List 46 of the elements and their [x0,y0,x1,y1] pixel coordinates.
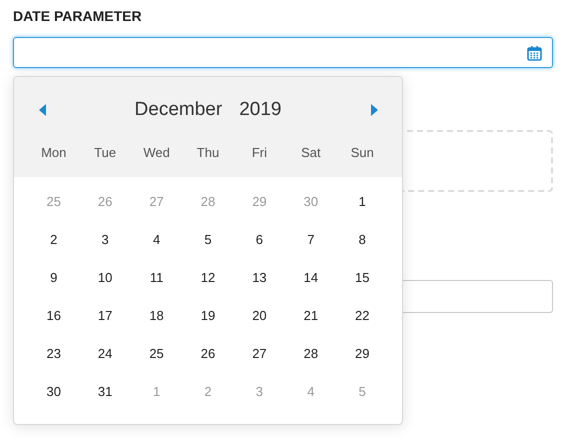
day-cell[interactable]: 7 [294,226,327,254]
day-cell[interactable]: 23 [38,340,70,368]
day-cell[interactable]: 13 [243,264,276,292]
day-cell[interactable]: 18 [140,302,173,330]
day-cell[interactable]: 17 [89,302,122,330]
caret-left-icon [38,104,46,116]
day-cell[interactable]: 11 [140,264,173,292]
weekday-label: Sat [300,144,322,162]
day-cell[interactable]: 16 [38,302,70,330]
day-cell[interactable]: 31 [89,378,122,406]
day-cell[interactable]: 3 [89,226,122,254]
month-label: December [134,98,222,122]
day-cell[interactable]: 5 [192,226,224,254]
day-cell[interactable]: 22 [346,302,378,330]
day-cell[interactable]: 19 [192,302,224,330]
calendar-icon[interactable] [527,44,542,60]
day-cell[interactable]: 27 [243,340,276,368]
weekday-label: Wed [142,144,171,162]
day-cell[interactable]: 8 [346,226,378,254]
next-month-button[interactable] [368,102,380,118]
day-cell[interactable]: 9 [38,264,70,292]
weekday-label: Tue [93,144,118,162]
day-cell[interactable]: 28 [294,340,327,368]
day-cell[interactable]: 29 [346,340,378,368]
date-field[interactable] [13,37,553,68]
weekday-label: Mon [40,144,68,162]
day-cell[interactable]: 25 [140,340,173,368]
day-cell[interactable]: 4 [140,226,173,254]
day-cell[interactable]: 12 [192,264,224,292]
day-cell[interactable]: 21 [294,302,327,330]
caret-right-icon [370,104,378,116]
weekday-label: Sun [350,144,375,162]
day-cell[interactable]: 2 [38,226,70,254]
day-cell[interactable]: 26 [192,340,224,368]
day-cell[interactable]: 1 [346,188,378,216]
day-cell[interactable]: 15 [346,264,378,292]
day-cell[interactable]: 14 [294,264,327,292]
year-label: 2019 [239,98,282,122]
field-label: DATE PARAMETER [13,7,143,26]
day-cell[interactable]: 30 [38,378,70,406]
weekday-label: Thu [196,144,220,162]
day-cell[interactable]: 24 [89,340,122,368]
day-cell[interactable]: 20 [243,302,276,330]
weekday-label: Fri [250,144,268,162]
day-cell[interactable]: 10 [89,264,122,292]
day-cell[interactable]: 6 [243,226,276,254]
